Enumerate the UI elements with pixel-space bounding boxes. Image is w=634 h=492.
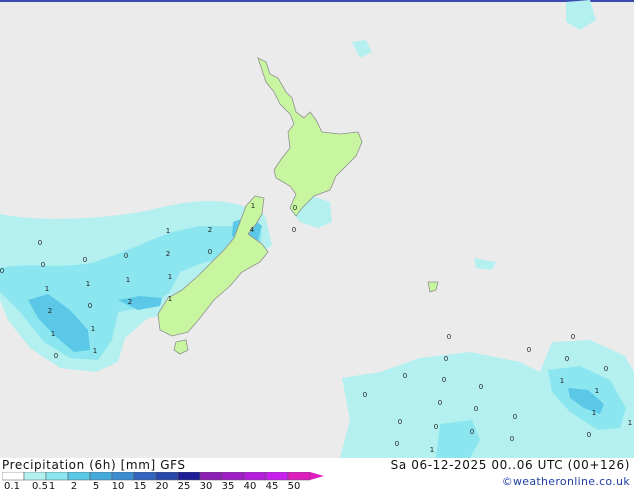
colorbar-segment bbox=[221, 472, 245, 481]
value-label: 0 bbox=[527, 346, 531, 354]
value-label: 2 bbox=[48, 307, 52, 315]
value-label: 0 bbox=[124, 252, 128, 260]
forecast-time: Sa 06-12-2025 00..06 UTC (00+126) bbox=[390, 458, 630, 472]
value-label: 1 bbox=[166, 227, 170, 235]
value-label: 0 bbox=[442, 376, 446, 384]
value-label: 0 bbox=[395, 440, 399, 448]
map-view: 1012400002000111102121110000000001010001… bbox=[0, 0, 634, 492]
value-label: 1 bbox=[126, 276, 130, 284]
colorbar-segment bbox=[199, 472, 223, 481]
colorbar-segment bbox=[67, 472, 91, 481]
value-label: 2 bbox=[128, 298, 132, 306]
value-label: 1 bbox=[430, 446, 434, 454]
value-label: 0 bbox=[41, 261, 45, 269]
value-label: 0 bbox=[438, 399, 442, 407]
value-label: 0 bbox=[470, 428, 474, 436]
colorbar-tick-label: 35 bbox=[221, 481, 235, 492]
value-label: 2 bbox=[208, 226, 212, 234]
colorbar-segment bbox=[23, 472, 47, 481]
value-label: 1 bbox=[93, 347, 97, 355]
value-label: 0 bbox=[403, 372, 407, 380]
value-label: 0 bbox=[571, 333, 575, 341]
value-label: 0 bbox=[565, 355, 569, 363]
value-label: 0 bbox=[447, 333, 451, 341]
value-label: 0 bbox=[0, 267, 4, 275]
colorbar-tick-label: 0.1 bbox=[4, 481, 20, 492]
value-label: 0 bbox=[54, 352, 58, 360]
value-label: 0 bbox=[513, 413, 517, 421]
colorbar-segment bbox=[2, 472, 25, 481]
colorbar-tick-label: 5 bbox=[92, 481, 100, 492]
colorbar-tick-label: 15 bbox=[133, 481, 147, 492]
value-label: 0 bbox=[363, 391, 367, 399]
value-label: 1 bbox=[592, 409, 596, 417]
colorbar-tick-label: 40 bbox=[243, 481, 257, 492]
colorbar-segment bbox=[155, 472, 179, 481]
value-label: 0 bbox=[444, 355, 448, 363]
value-label: 1 bbox=[91, 325, 95, 333]
value-label: 0 bbox=[587, 431, 591, 439]
colorbar-segment bbox=[45, 472, 69, 481]
value-label: 1 bbox=[86, 280, 90, 288]
value-label: 1 bbox=[595, 387, 599, 395]
value-label: 0 bbox=[38, 239, 42, 247]
value-label: 1 bbox=[168, 295, 172, 303]
value-label: 2 bbox=[166, 250, 170, 258]
colorbar-tick-label: 30 bbox=[199, 481, 213, 492]
colorbar-segment bbox=[265, 472, 289, 481]
value-label: 4 bbox=[250, 226, 255, 234]
colorbar-segment bbox=[243, 472, 267, 481]
colorbar-segment bbox=[287, 472, 311, 481]
legend-bar: Precipitation (6h) [mm] GFS Sa 06-12-202… bbox=[0, 458, 634, 492]
precipitation-map: 1 0 1 2 4 0 0 0 0 2 0 0 0 1 1 1 1 0 2 1 2 1 1 1 0 0 0 0 0 0 0 0 0 1 0 1 0 0 0 1… bbox=[0, 0, 634, 458]
value-label: 1 bbox=[560, 377, 564, 385]
value-label: 1 bbox=[45, 285, 49, 293]
value-label: 0 bbox=[434, 423, 438, 431]
value-label: 0 bbox=[88, 302, 92, 310]
value-label: 0 bbox=[293, 204, 297, 212]
colorbar-tick-label: 50 bbox=[287, 481, 301, 492]
top-edge-line bbox=[0, 0, 634, 2]
colorbar-tick-label: 45 bbox=[265, 481, 279, 492]
value-label: 0 bbox=[510, 435, 514, 443]
value-label: 0 bbox=[604, 365, 608, 373]
credit-link[interactable]: ©weatheronline.co.uk bbox=[502, 475, 630, 488]
colorbar-segment bbox=[133, 472, 157, 481]
value-label: 1 bbox=[168, 273, 172, 281]
value-label: 0 bbox=[474, 405, 478, 413]
colorbar-tick-label: 2 bbox=[70, 481, 78, 492]
colorbar-arrow bbox=[310, 472, 324, 480]
colorbar-tick-label: 25 bbox=[177, 481, 191, 492]
value-label: 0 bbox=[398, 418, 402, 426]
colorbar-tick-label: 0.5 bbox=[32, 481, 48, 492]
colorbar-tick-label: 10 bbox=[111, 481, 125, 492]
value-label: 1 bbox=[628, 419, 632, 427]
colorbar-segment bbox=[89, 472, 113, 481]
value-label: 1 bbox=[251, 202, 255, 210]
value-label: 1 bbox=[51, 330, 55, 338]
colorbar-tick-label: 20 bbox=[155, 481, 169, 492]
value-label: 0 bbox=[208, 248, 212, 256]
legend-title: Precipitation (6h) [mm] GFS bbox=[2, 458, 186, 472]
colorbar-segment bbox=[177, 472, 201, 481]
value-label: 0 bbox=[292, 226, 296, 234]
colorbar-tick-label: 1 bbox=[48, 481, 56, 492]
value-label: 0 bbox=[479, 383, 483, 391]
value-label: 0 bbox=[83, 256, 87, 264]
colorbar-segment bbox=[111, 472, 135, 481]
